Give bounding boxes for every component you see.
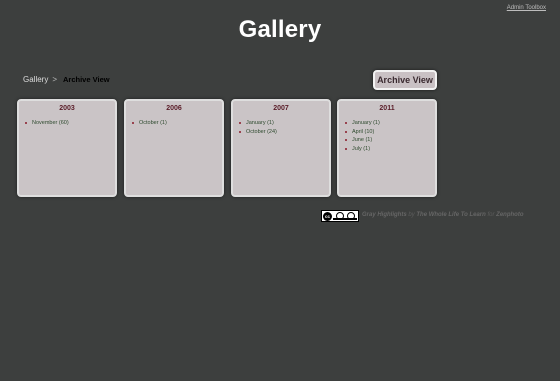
month-link[interactable]: October (24) [246, 129, 277, 135]
year-heading-link[interactable]: 2011 [339, 105, 435, 112]
bullet-icon [345, 139, 347, 141]
month-item: July (1) [345, 145, 435, 154]
year-heading-link[interactable]: 2007 [233, 105, 329, 112]
bullet-icon [345, 122, 347, 124]
year-box: 2007 January (1) October (24) [231, 99, 331, 197]
month-item: April (10) [345, 128, 435, 137]
month-list: January (1) April (10) June (1) July (1) [339, 119, 435, 153]
bullet-icon [345, 130, 347, 133]
month-item: June (1) [345, 136, 435, 145]
month-list: November (60) [19, 119, 115, 128]
month-link[interactable]: November (60) [32, 120, 69, 126]
month-link[interactable]: June (1) [352, 137, 372, 143]
month-item: January (1) [239, 119, 329, 128]
bullet-icon [345, 147, 347, 150]
footer-by: by [408, 212, 415, 218]
month-link[interactable]: October (1) [139, 120, 167, 126]
creative-commons-icon[interactable]: cc [321, 210, 359, 222]
year-heading-link[interactable]: 2006 [126, 105, 222, 112]
footer: cc Gray Highlights by The Whole Life To … [321, 210, 546, 224]
month-item: November (60) [25, 119, 115, 128]
year-box: 2011 January (1) April (10) June (1) July (1… [337, 99, 437, 197]
page-title: Gallery [238, 16, 322, 43]
month-item: January (1) [345, 119, 435, 128]
breadcrumb-current: Archive View [63, 75, 110, 84]
month-item: October (1) [132, 119, 222, 128]
year-heading-link[interactable]: 2003 [19, 105, 115, 112]
month-link[interactable]: January (1) [246, 120, 274, 126]
breadcrumb-gallery-link[interactable]: Gallery [23, 75, 48, 84]
bullet-icon [239, 122, 241, 124]
archive-view-button[interactable]: Archive View [373, 70, 437, 90]
month-list: October (1) [126, 119, 222, 128]
month-link[interactable]: April (10) [352, 129, 374, 135]
bullet-icon [239, 130, 241, 133]
zenphoto-link[interactable]: Zenphoto [496, 212, 523, 218]
month-link[interactable]: January (1) [352, 120, 380, 126]
admin-toolbox-link[interactable]: Admin Toolbox [507, 5, 546, 11]
footer-for: for [487, 212, 495, 218]
year-box: 2003 November (60) [17, 99, 117, 197]
footer-credits: Gray Highlights by The Whole Life To Lea… [362, 212, 524, 218]
month-item: October (24) [239, 128, 329, 137]
theme-name-link[interactable]: Gray Highlights [362, 212, 407, 218]
breadcrumb: Gallery > Archive View [23, 75, 110, 84]
bullet-icon [132, 122, 134, 124]
author-link[interactable]: The Whole Life To Learn [416, 212, 485, 218]
bullet-icon [25, 122, 27, 124]
year-box: 2006 October (1) [124, 99, 224, 197]
month-link[interactable]: July (1) [352, 146, 370, 152]
month-list: January (1) October (24) [233, 119, 329, 136]
breadcrumb-separator: > [52, 75, 58, 84]
